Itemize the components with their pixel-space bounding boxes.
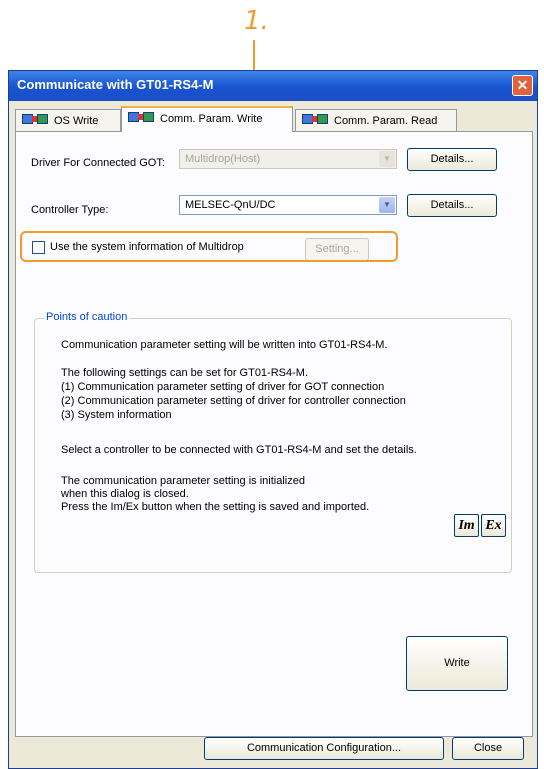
tab-label: Comm. Param. Write <box>160 113 263 125</box>
caution-line: (2) Communication parameter setting of d… <box>61 395 406 407</box>
controller-type-label: Controller Type: <box>31 204 109 216</box>
import-button[interactable]: Im <box>454 514 479 537</box>
caution-line: (1) Communication parameter setting of d… <box>61 381 385 393</box>
driver-details-button[interactable]: Details... <box>407 148 497 171</box>
transfer-icon <box>22 113 50 126</box>
chevron-down-icon: ▼ <box>379 151 395 167</box>
controller-type-value: MELSEC-QnU/DC <box>185 199 276 211</box>
driver-select[interactable]: Multidrop(Host) ▼ <box>179 149 397 169</box>
transfer-icon <box>302 113 330 126</box>
write-button[interactable]: Write <box>406 636 508 691</box>
caution-line: The following settings can be set for GT… <box>61 367 308 379</box>
title-bar[interactable]: Communicate with GT01-RS4-M ✕ <box>9 71 537 101</box>
annotation-step-number: 1. <box>244 6 269 36</box>
caution-line: Press the Im/Ex button when the setting … <box>61 501 370 513</box>
tab-label: OS Write <box>54 115 99 127</box>
caution-title: Points of caution <box>44 311 130 323</box>
tab-comm-param-write[interactable]: Comm. Param. Write <box>121 106 293 132</box>
driver-select-value: Multidrop(Host) <box>185 153 261 165</box>
tab-os-write[interactable]: OS Write <box>15 109 121 131</box>
caution-line: The communication parameter setting is i… <box>61 475 305 487</box>
tab-label: Comm. Param. Read <box>334 115 438 127</box>
annotation-highlight-frame <box>20 231 398 262</box>
transfer-icon <box>128 111 156 124</box>
export-button[interactable]: Ex <box>481 514 506 537</box>
caution-line: when this dialog is closed. <box>61 488 189 500</box>
window-title: Communicate with GT01-RS4-M <box>17 77 214 92</box>
close-icon: ✕ <box>516 77 529 93</box>
close-button[interactable]: Close <box>452 737 524 760</box>
driver-label: Driver For Connected GOT: <box>31 157 165 169</box>
close-window-button[interactable]: ✕ <box>512 75 533 96</box>
controller-type-select[interactable]: MELSEC-QnU/DC ▼ <box>179 195 397 215</box>
caution-line: Communication parameter setting will be … <box>61 339 388 351</box>
tab-comm-param-read[interactable]: Comm. Param. Read <box>295 109 457 131</box>
controller-details-button[interactable]: Details... <box>407 194 497 217</box>
chevron-down-icon: ▼ <box>379 197 395 213</box>
caution-line: (3) System information <box>61 409 172 421</box>
communication-configuration-button[interactable]: Communication Configuration... <box>204 737 444 760</box>
caution-line: Select a controller to be connected with… <box>61 444 417 456</box>
